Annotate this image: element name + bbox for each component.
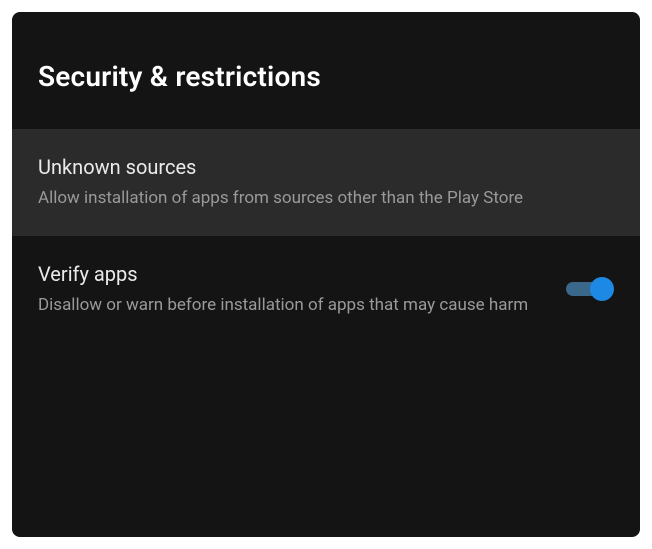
- page-title: Security & restrictions: [38, 60, 614, 93]
- setting-description: Allow installation of apps from sources …: [38, 187, 614, 210]
- header: Security & restrictions: [12, 12, 640, 129]
- setting-text: Verify apps Disallow or warn before inst…: [38, 262, 550, 317]
- setting-title: Verify apps: [38, 262, 550, 286]
- setting-description: Disallow or warn before installation of …: [38, 294, 550, 317]
- toggle-thumb: [590, 277, 614, 301]
- settings-screen: Security & restrictions Unknown sources …: [12, 12, 640, 537]
- setting-unknown-sources[interactable]: Unknown sources Allow installation of ap…: [12, 129, 640, 236]
- verify-apps-toggle[interactable]: [566, 278, 614, 300]
- setting-text: Unknown sources Allow installation of ap…: [38, 155, 614, 210]
- setting-verify-apps[interactable]: Verify apps Disallow or warn before inst…: [12, 236, 640, 343]
- setting-title: Unknown sources: [38, 155, 614, 179]
